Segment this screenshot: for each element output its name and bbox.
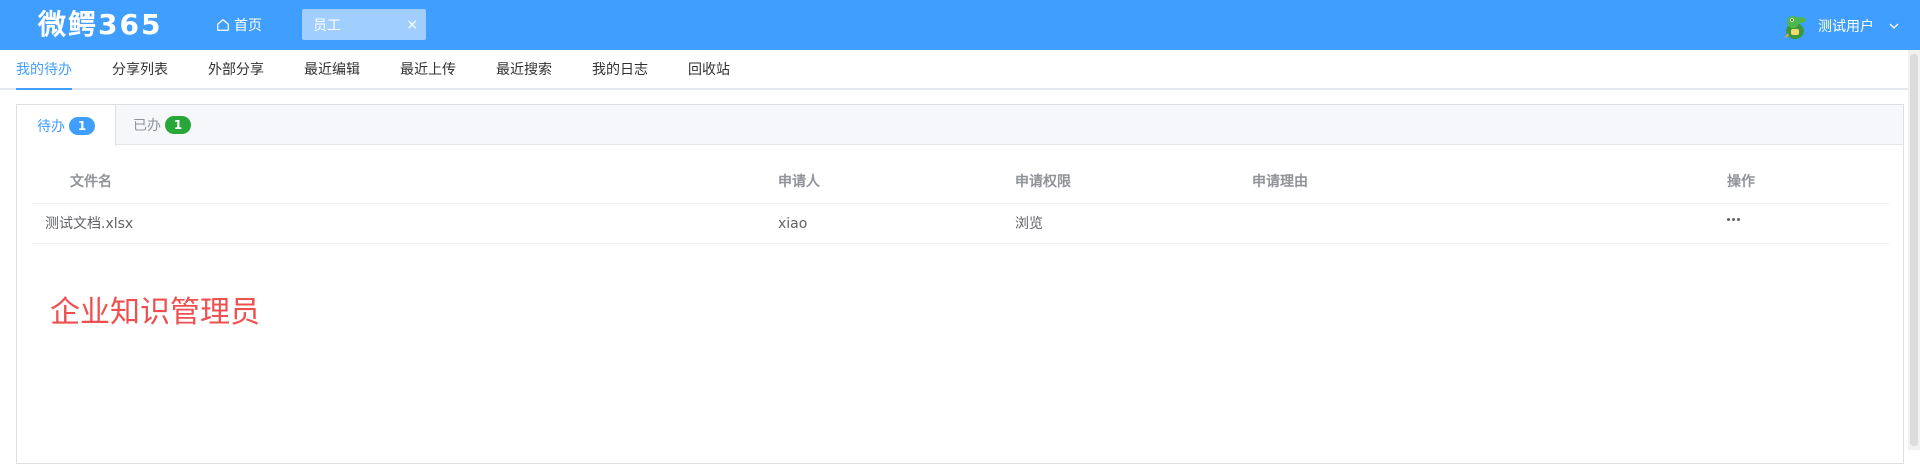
tab-done-count-badge: 1	[165, 116, 191, 134]
close-icon[interactable]: ×	[406, 18, 418, 32]
home-icon	[217, 19, 229, 31]
scrollbar-thumb[interactable]	[1910, 54, 1918, 446]
chevron-down-icon[interactable]	[1888, 20, 1900, 32]
home-link[interactable]: 首页	[216, 14, 262, 36]
sub-navigation: 我的待办 分享列表 外部分享 最近编辑 最近上传 最近搜索 我的日志 回收站	[0, 50, 1908, 90]
vertical-scrollbar[interactable]	[1908, 50, 1920, 450]
subnav-item-recycle-bin[interactable]: 回收站	[688, 50, 730, 90]
tab-done[interactable]: 已办 1	[113, 105, 211, 145]
cell-applicant: xiao	[778, 216, 808, 232]
home-label: 首页	[234, 18, 262, 34]
subnav-item-my-todo[interactable]: 我的待办	[16, 50, 72, 90]
subnav-item-recent-search[interactable]: 最近搜索	[496, 50, 552, 90]
column-header-applicant: 申请人	[778, 174, 820, 190]
cell-permission: 浏览	[1015, 216, 1043, 232]
open-tab-employee[interactable]: 员工 ×	[302, 9, 426, 40]
table-row[interactable]: 测试文档.xlsx xiao 浏览	[33, 204, 1889, 244]
top-header: 微鳄365 首页 员工 × 测试用户	[0, 0, 1920, 50]
table-header: 文件名 申请人 申请权限 申请理由 操作	[33, 161, 1889, 204]
tab-done-label: 已办	[133, 118, 161, 134]
app-logo[interactable]: 微鳄365	[38, 8, 162, 42]
subnav-item-recent-upload[interactable]: 最近上传	[400, 50, 456, 90]
tab-todo[interactable]: 待办 1	[17, 105, 116, 146]
cell-file-name[interactable]: 测试文档.xlsx	[45, 204, 133, 244]
column-header-reason: 申请理由	[1252, 174, 1308, 190]
subnav-item-external-share[interactable]: 外部分享	[208, 50, 264, 90]
todo-card: 待办 1 已办 1 文件名 申请人 申请权限 申请理由 操作 测试文档.xlsx…	[16, 104, 1904, 464]
open-tab-label: 员工	[313, 17, 341, 34]
active-tab-indicator	[16, 88, 72, 90]
more-actions-icon[interactable]	[1727, 212, 1747, 226]
column-header-file-name: 文件名	[70, 174, 112, 190]
user-name: 测试用户	[1818, 19, 1874, 35]
column-header-permission: 申请权限	[1015, 174, 1071, 190]
role-note: 企业知识管理员	[50, 295, 260, 330]
requests-table: 文件名 申请人 申请权限 申请理由 操作 测试文档.xlsx xiao 浏览	[33, 161, 1889, 244]
tab-todo-count-badge: 1	[69, 116, 95, 135]
subnav-item-share-list[interactable]: 分享列表	[112, 50, 168, 90]
column-header-actions: 操作	[1727, 174, 1755, 190]
subnav-item-my-log[interactable]: 我的日志	[592, 50, 648, 90]
avatar	[1784, 16, 1806, 39]
subnav-item-recent-edit[interactable]: 最近编辑	[304, 50, 360, 90]
card-tab-bar: 待办 1 已办 1	[17, 105, 1903, 146]
tab-todo-label: 待办	[37, 118, 65, 135]
user-menu[interactable]: 测试用户	[1780, 10, 1900, 42]
